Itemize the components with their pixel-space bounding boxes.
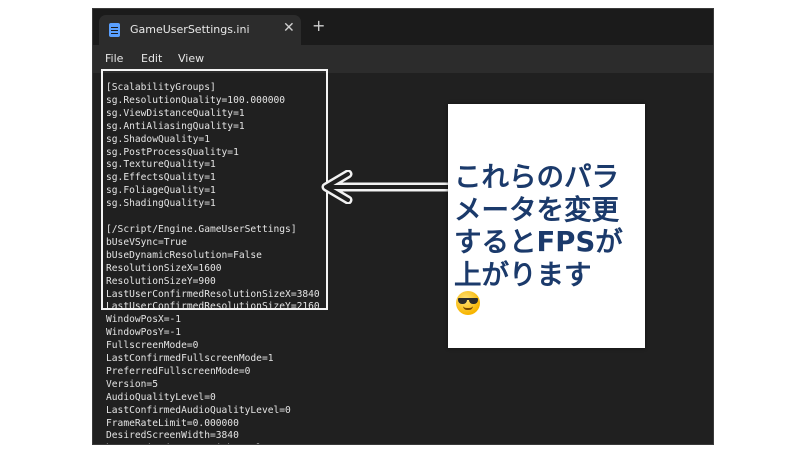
callout-line-4-wrapper: 上がります <box>454 258 640 315</box>
code-line: DesiredScreenWidth=3840 <box>106 430 239 442</box>
menu-file[interactable]: File <box>105 52 123 65</box>
title-bar: GameUserSettings.ini ✕ + <box>93 9 713 45</box>
file-tab[interactable]: GameUserSettings.ini ✕ <box>99 15 301 45</box>
code-line: WindowPosX=-1 <box>106 314 182 326</box>
callout-line-1: これらのパラ <box>454 161 619 193</box>
menu-edit[interactable]: Edit <box>141 52 162 65</box>
callout-line-4: 上がります <box>454 258 592 291</box>
callout-card: これらのパラ メータを変更 するとFPSが 上がります <box>448 104 645 348</box>
notepad-file-icon <box>109 23 120 37</box>
code-line: AudioQualityLevel=0 <box>106 391 216 403</box>
code-line: FullscreenMode=0 <box>106 340 199 352</box>
tab-title: GameUserSettings.ini <box>130 23 250 36</box>
callout-line-3: するとFPSが <box>454 226 623 258</box>
highlight-box <box>101 69 328 310</box>
sunglasses-emoji-icon <box>456 291 480 315</box>
code-line: Version=5 <box>106 378 158 390</box>
code-line: FrameRateLimit=0.000000 <box>106 417 239 429</box>
code-line: LastConfirmedAudioQualityLevel=0 <box>106 404 291 416</box>
callout-line-2: メータを変更 <box>454 193 619 226</box>
callout-text: これらのパラ メータを変更 するとFPSが 上がります <box>454 161 640 315</box>
code-line: WindowPosY=-1 <box>106 327 182 339</box>
left-arrow-icon <box>321 170 454 204</box>
code-line: LastConfirmedFullscreenMode=1 <box>106 353 274 365</box>
close-tab-icon[interactable]: ✕ <box>283 20 295 36</box>
code-line: bUseDesiredScreenHeight=False <box>106 443 274 444</box>
code-line: PreferredFullscreenMode=0 <box>106 365 251 377</box>
menu-view[interactable]: View <box>178 52 204 65</box>
new-tab-button[interactable]: + <box>312 18 325 34</box>
